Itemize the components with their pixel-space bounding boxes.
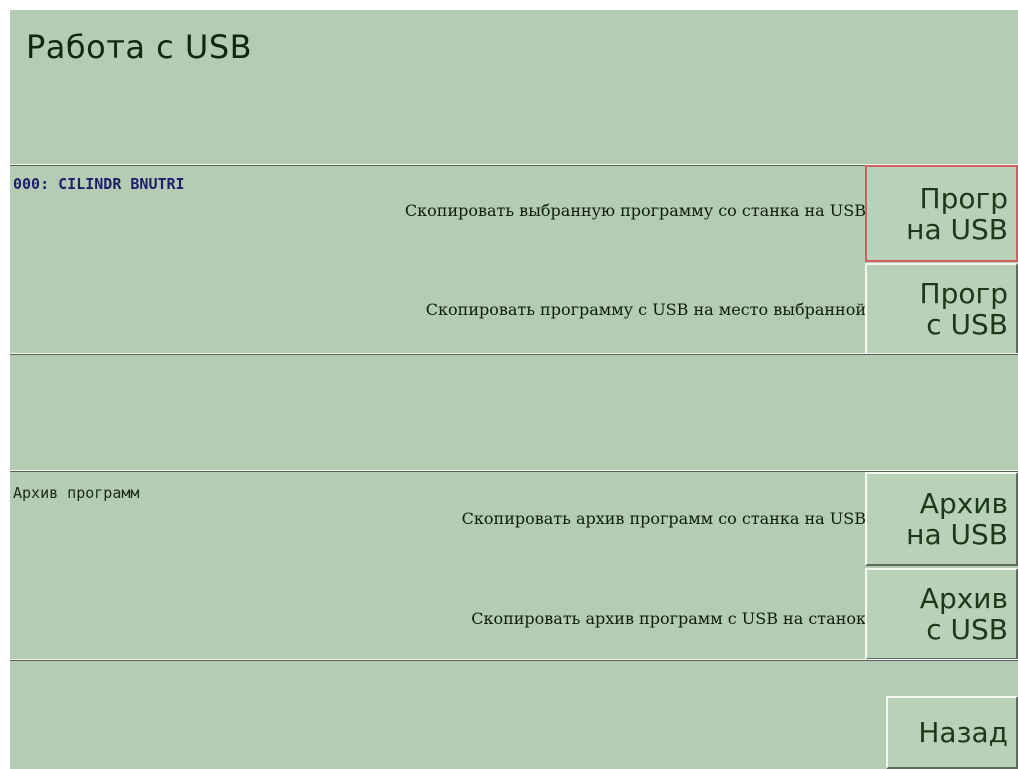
- usb-screen: Работа с USB 000: CILINDR BNUTRI Скопиро…: [10, 10, 1018, 769]
- program-from-usb-label-line2: с USB: [926, 308, 1008, 341]
- program-to-usb-label-line2: на USB: [906, 212, 1008, 246]
- copy-archive-to-usb-description: Скопировать архив программ со станка на …: [461, 509, 866, 528]
- program-to-usb-label-line1: Прогр: [919, 181, 1008, 215]
- divider: [10, 659, 1018, 661]
- back-button[interactable]: Назад: [886, 696, 1018, 769]
- copy-program-to-usb-description: Скопировать выбранную программу со станк…: [404, 201, 866, 220]
- page-title: Работа с USB: [26, 28, 253, 66]
- archive-to-usb-label-line2: на USB: [906, 518, 1008, 551]
- copy-program-from-usb-description: Скопировать программу с USB на место выб…: [425, 300, 866, 319]
- archive-from-usb-label-line1: Архив: [919, 582, 1008, 615]
- selected-program-name: 000: CILINDR BNUTRI: [13, 175, 185, 193]
- program-from-usb-button[interactable]: Прогр с USB: [865, 263, 1018, 355]
- divider: [10, 353, 1018, 355]
- archive-from-usb-button[interactable]: Архив с USB: [865, 568, 1018, 660]
- archive-section-title: Архив программ: [13, 484, 140, 502]
- archive-to-usb-label-line1: Архив: [919, 487, 1008, 520]
- program-from-usb-label-line1: Прогр: [919, 277, 1008, 310]
- archive-to-usb-button[interactable]: Архив на USB: [865, 472, 1018, 566]
- copy-archive-from-usb-description: Скопировать архив программ с USB на стан…: [471, 609, 866, 628]
- back-button-label: Назад: [918, 716, 1008, 749]
- program-to-usb-button[interactable]: Прогр на USB: [865, 165, 1018, 262]
- archive-from-usb-label-line2: с USB: [926, 613, 1008, 646]
